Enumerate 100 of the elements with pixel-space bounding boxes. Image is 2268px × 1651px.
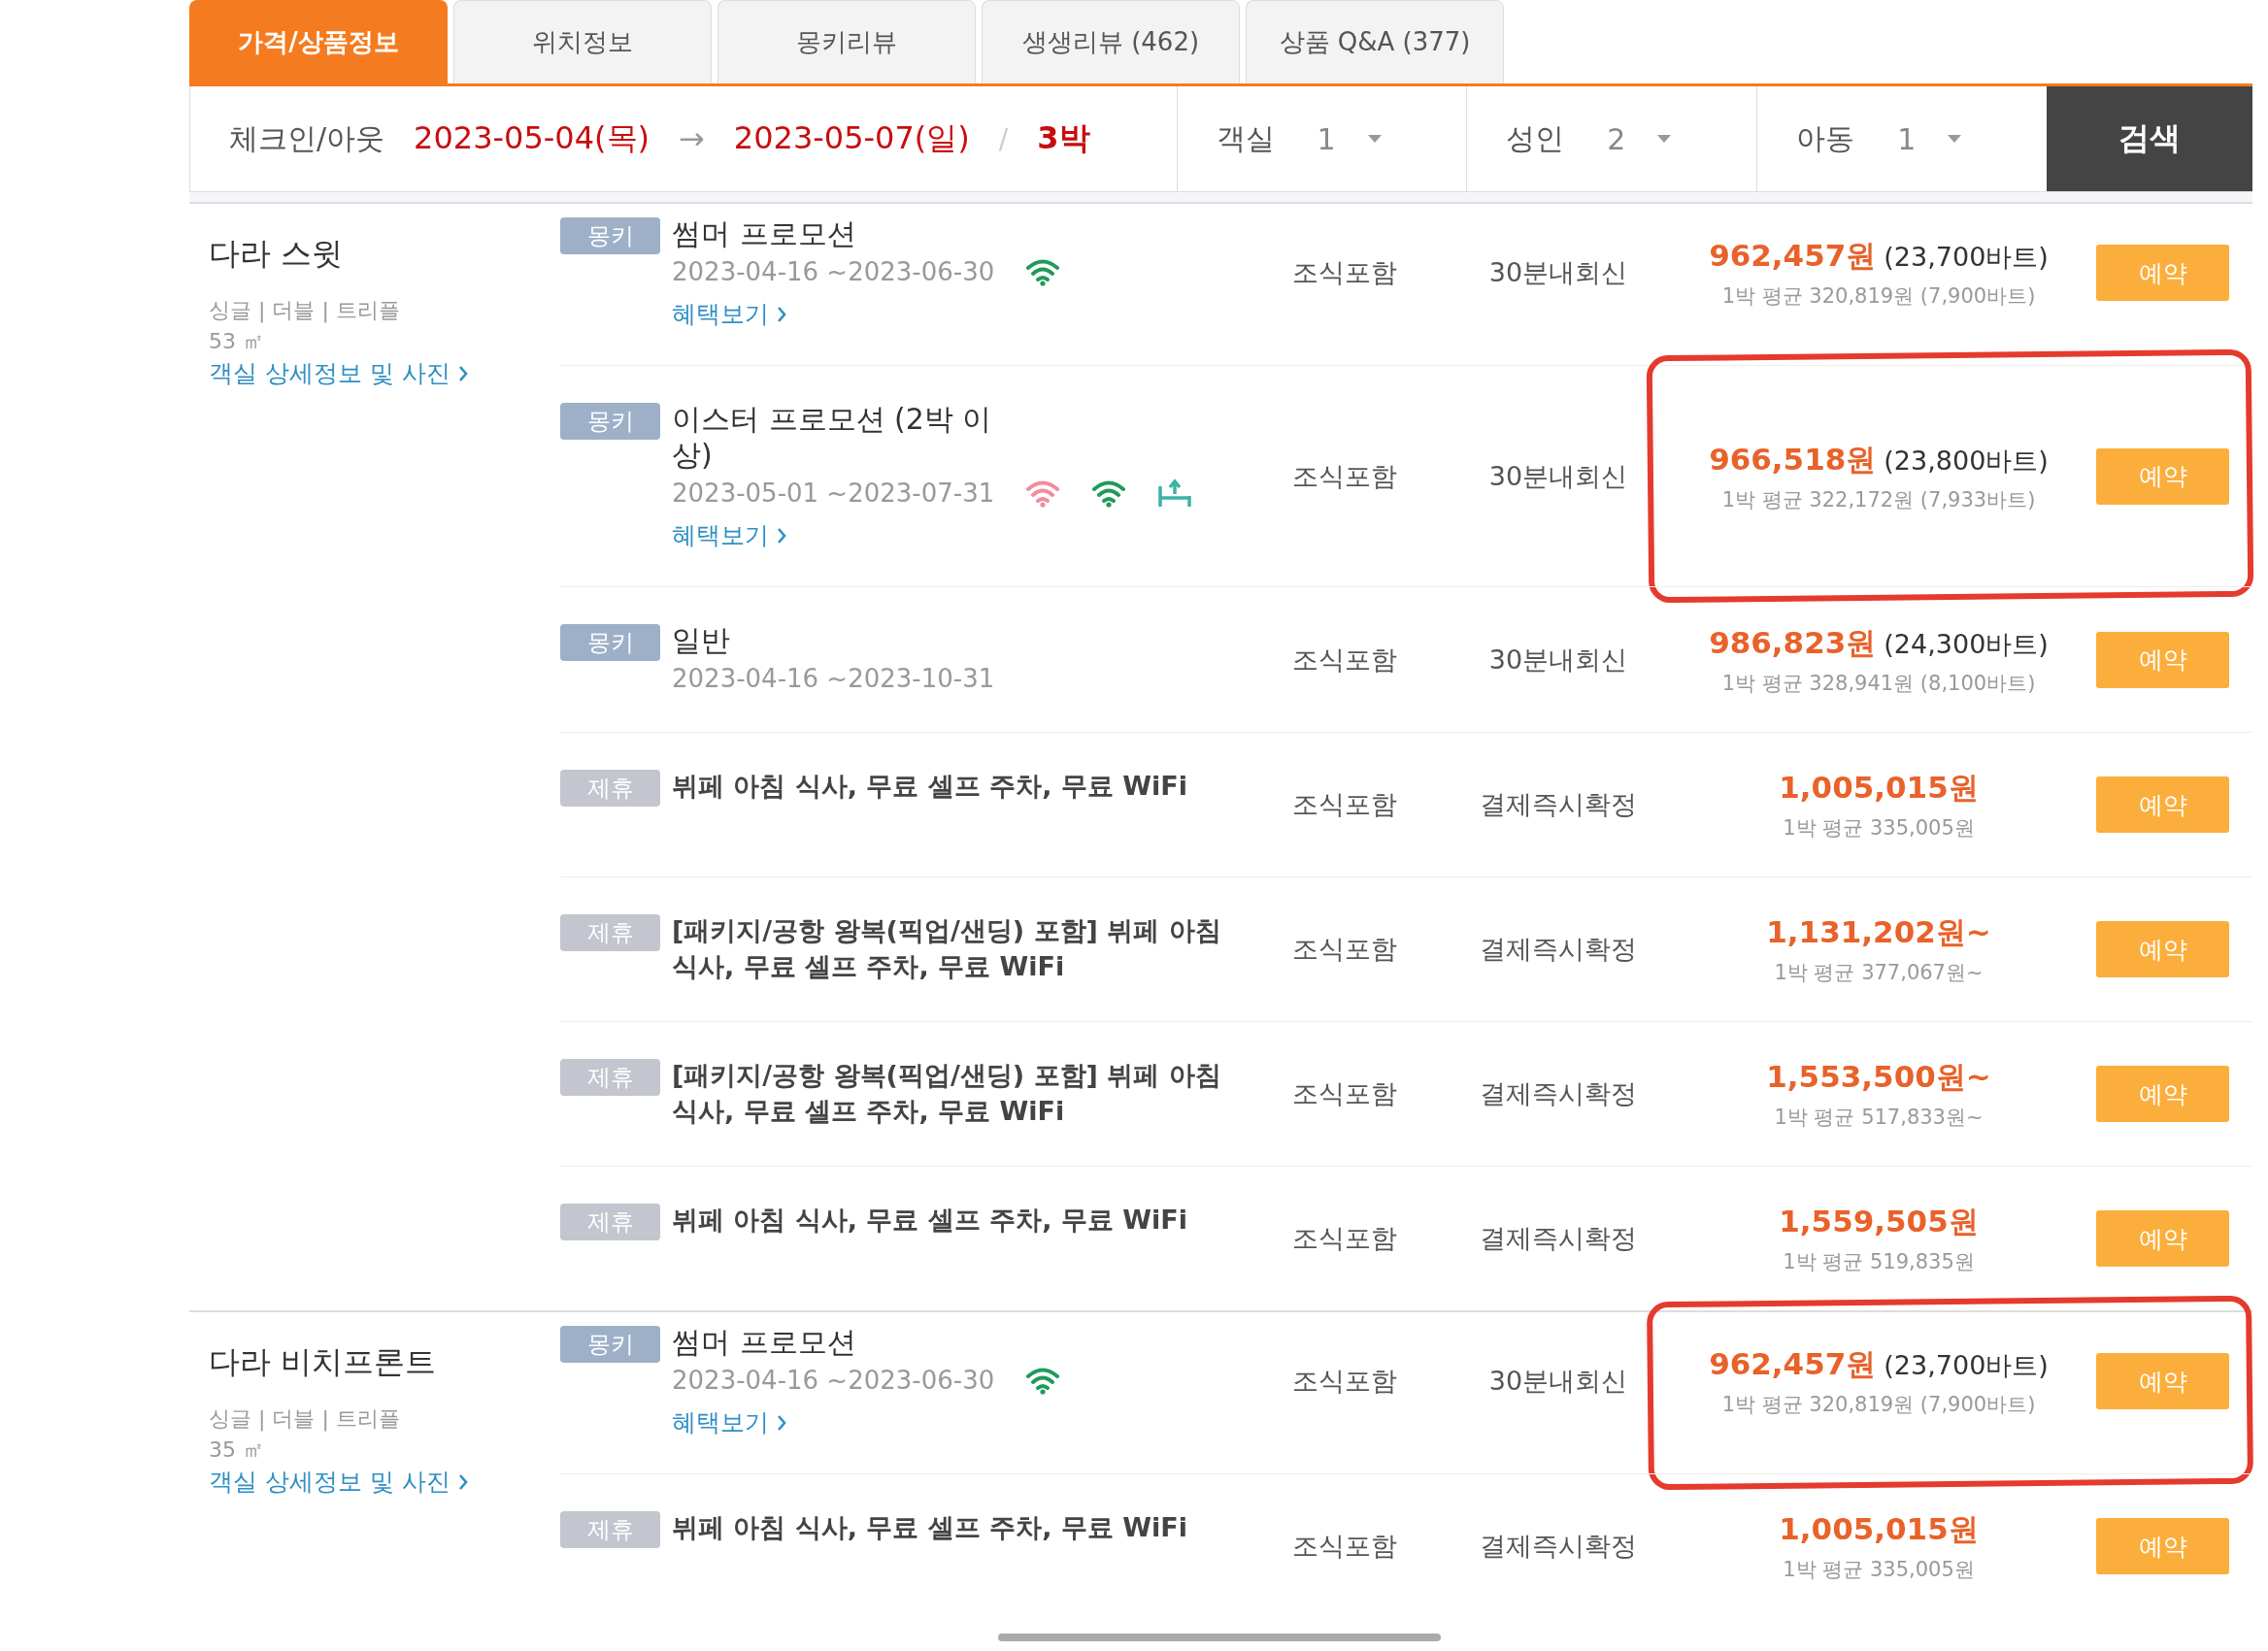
offer-tag: 제휴	[560, 1059, 660, 1096]
guest-dropdown[interactable]: 성인 2	[1466, 86, 1757, 191]
offer-tag: 몽키	[560, 403, 660, 440]
offer-title: 뷔페 아침 식사, 무료 셀프 주차, 무료 WiFi	[672, 770, 1189, 803]
total-price: 1,005,015원	[1779, 1510, 1979, 1548]
confirmation-info: 30분내회신	[1487, 1365, 1629, 1398]
tab[interactable]: 상품 Q&A (377)	[1246, 0, 1504, 83]
meal-info: 조식포함	[1291, 459, 1398, 493]
nightly-average: 1박 평균 320,819원 (7,900바트)	[1720, 283, 2037, 310]
tab[interactable]: 가격/상품정보	[189, 0, 448, 83]
total-price: 986,823원	[1709, 623, 1877, 662]
book-button[interactable]: 예약	[2096, 1353, 2229, 1409]
confirmation-info: 30분내회신	[1487, 256, 1629, 289]
nightly-average: 1박 평균 519,835원	[1782, 1249, 1976, 1275]
foreign-price: (23,700바트)	[1884, 1349, 2049, 1382]
total-price: 962,457원	[1709, 237, 1877, 275]
total-price: 1,553,500원~	[1766, 1058, 1991, 1096]
dropdown-value: 1	[1317, 121, 1337, 156]
foreign-price: (23,800바트)	[1884, 444, 2049, 478]
offer-tag: 몽키	[560, 1326, 660, 1363]
room-size: 35 ㎡	[209, 1436, 264, 1464]
offer-tag: 제휴	[560, 1204, 660, 1240]
separator-text: /	[998, 122, 1009, 155]
meal-info: 조식포함	[1291, 643, 1398, 677]
total-price: 1,131,202원~	[1766, 913, 1991, 951]
arrow-text: →	[679, 120, 705, 157]
room-size: 53 ㎡	[209, 328, 264, 355]
total-price: 966,518원	[1709, 440, 1877, 479]
offer-tag: 몽키	[560, 217, 660, 254]
chevron-right-icon	[777, 1413, 786, 1432]
foreign-price: (23,700바트)	[1884, 241, 2049, 274]
meal-info: 조식포함	[1291, 1365, 1398, 1398]
chevron-right-icon	[777, 305, 786, 323]
link[interactable]: 객실 상세정보 및 사진	[209, 1466, 468, 1498]
offer-tag: 제휴	[560, 770, 660, 807]
checkout-date[interactable]: 2023-05-07(일)	[733, 117, 970, 160]
offer-dates: 2023-04-16 ~2023-06-30	[672, 256, 995, 288]
chevron-right-icon	[457, 364, 468, 382]
total-price: 962,457원	[1709, 1345, 1877, 1383]
tab[interactable]: 위치정보	[453, 0, 712, 83]
guest-dropdown[interactable]: 객실 1	[1176, 86, 1467, 191]
confirmation-info: 30분내회신	[1487, 459, 1629, 493]
caret-icon	[1948, 135, 1962, 143]
offer-title: 뷔페 아침 식사, 무료 셀프 주차, 무료 WiFi	[672, 1511, 1189, 1544]
checkin-date[interactable]: 2023-05-04(목)	[414, 117, 650, 160]
tab[interactable]: 생생리뷰 (462)	[982, 0, 1240, 83]
dropdown-label: 객실	[1216, 119, 1276, 157]
chevron-right-icon	[777, 526, 786, 545]
meal-info: 조식포함	[1291, 788, 1398, 821]
offer-title: 뷔페 아침 식사, 무료 셀프 주차, 무료 WiFi	[672, 1204, 1189, 1237]
link[interactable]: 혜택보기	[672, 1406, 786, 1438]
offer-title: 썸머 프로모션	[672, 215, 857, 251]
dropdown-value: 2	[1607, 121, 1627, 156]
nightly-average: 1박 평균 377,067원~	[1773, 960, 1984, 986]
nightly-average: 1박 평균 335,005원	[1782, 1557, 1976, 1583]
confirmation-info: 결제즉시확정	[1479, 1530, 1638, 1563]
nightly-average: 1박 평균 320,819원 (7,900바트)	[1720, 1392, 2037, 1418]
link[interactable]: 객실 상세정보 및 사진	[209, 357, 468, 389]
offer-title: 일반	[672, 622, 731, 658]
book-button[interactable]: 예약	[2096, 245, 2229, 301]
offer-dates: 2023-04-16 ~2023-10-31	[672, 663, 995, 695]
caret-icon	[1367, 135, 1382, 143]
tab[interactable]: 몽키리뷰	[717, 0, 976, 83]
total-price: 1,559,505원	[1779, 1203, 1979, 1240]
confirmation-info: 결제즉시확정	[1479, 788, 1638, 821]
book-button[interactable]: 예약	[2096, 1518, 2229, 1574]
meal-info: 조식포함	[1291, 1222, 1398, 1255]
book-button[interactable]: 예약	[2096, 631, 2229, 688]
meal-info: 조식포함	[1291, 256, 1398, 289]
offer-title: [패키지/공항 왕복(픽업/샌딩) 포함] 뷔페 아침 식사, 무료 셀프 주차, 무료 WiFi	[672, 914, 1222, 983]
link[interactable]: 혜택보기	[672, 298, 786, 330]
book-button[interactable]: 예약	[2096, 447, 2229, 505]
total-price: 1,005,015원	[1779, 769, 1979, 807]
offer-tag: 제휴	[560, 914, 660, 951]
foreign-price: (24,300바트)	[1884, 627, 2049, 661]
meal-info: 조식포함	[1291, 1077, 1398, 1110]
confirmation-info: 30분내회신	[1487, 643, 1629, 677]
room-name: 다라 비치프론트	[209, 1342, 437, 1382]
book-button[interactable]: 예약	[2096, 1066, 2229, 1122]
nightly-average: 1박 평균 335,005원	[1782, 815, 1976, 842]
search-button[interactable]: 검색	[2047, 86, 2252, 191]
chevron-right-icon	[457, 1472, 468, 1491]
checkin-label: 체크인/아웃	[229, 119, 385, 157]
confirmation-info: 결제즉시확정	[1479, 1077, 1638, 1110]
book-button[interactable]: 예약	[2096, 776, 2229, 833]
bed-types: 싱글 | 더블 | 트리플	[209, 1405, 400, 1434]
caret-icon	[1657, 135, 1672, 143]
dropdown-label: 아동	[1796, 119, 1856, 157]
book-button[interactable]: 예약	[2096, 921, 2229, 977]
offer-tag: 몽키	[560, 624, 660, 661]
book-button[interactable]: 예약	[2096, 1210, 2229, 1267]
nightly-average: 1박 평균 328,941원 (8,100바트)	[1720, 670, 2037, 697]
confirmation-info: 결제즉시확정	[1479, 933, 1638, 966]
nightly-average: 1박 평균 517,833원~	[1773, 1105, 1984, 1131]
nights-count: 3박	[1037, 118, 1090, 158]
offer-title: 이스터 프로모션 (2박 이상)	[672, 401, 993, 473]
offer-title: [패키지/공항 왕복(픽업/샌딩) 포함] 뷔페 아침 식사, 무료 셀프 주차, 무료 WiFi	[672, 1059, 1222, 1128]
link[interactable]: 혜택보기	[672, 519, 786, 551]
room-name: 다라 스윗	[209, 234, 344, 274]
dropdown-value: 1	[1897, 121, 1918, 156]
